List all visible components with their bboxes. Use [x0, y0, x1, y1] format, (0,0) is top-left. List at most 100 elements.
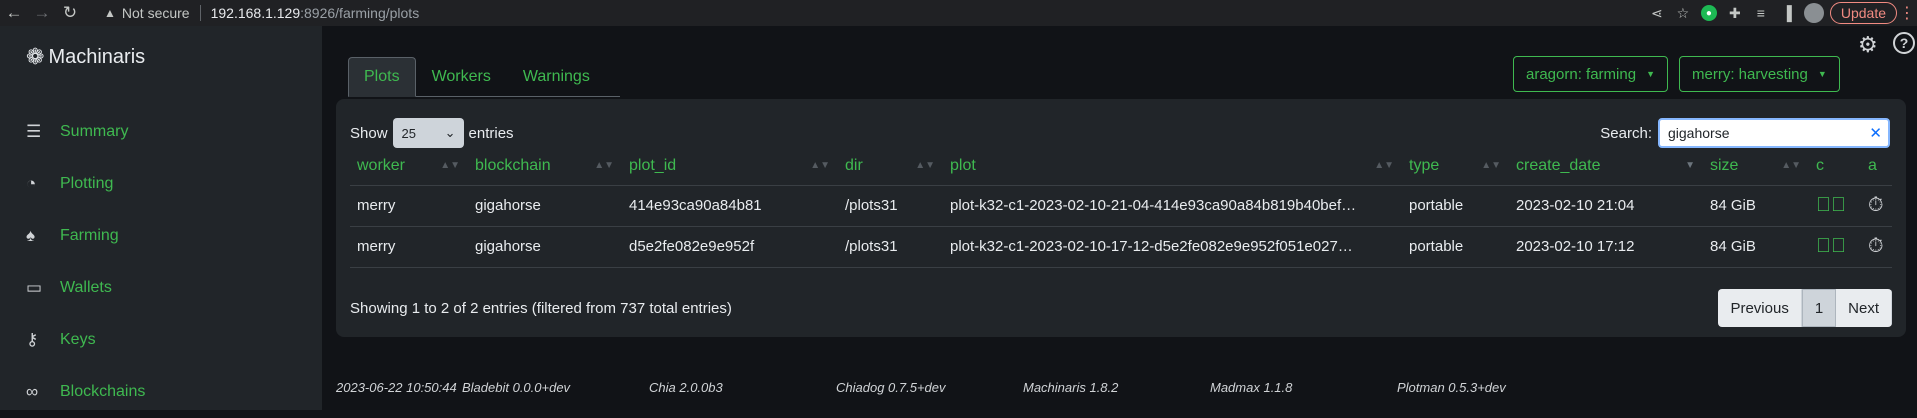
table-row: merry gigahorse 414e93ca90a84b81 /plots3…: [350, 185, 1892, 227]
extension-green-icon[interactable]: ●: [1696, 0, 1722, 26]
puzzle-extensions-icon[interactable]: ✚: [1722, 0, 1748, 26]
forward-arrow-icon[interactable]: →: [28, 0, 56, 26]
cell-create-date: 2023-02-10 21:04: [1509, 185, 1703, 227]
column-header[interactable]: plot_id ▲▼: [622, 147, 838, 186]
gear-icon[interactable]: ⚙: [1858, 32, 1878, 58]
worker-dropdown-label: merry: harvesting: [1692, 65, 1808, 83]
profile-avatar[interactable]: [1803, 3, 1824, 23]
check-circle-icon[interactable]: ✓⃝: [1809, 226, 1861, 268]
cell-create-date: 2023-02-10 17:12: [1509, 226, 1703, 268]
brand[interactable]: ❁ Machinaris: [26, 44, 145, 70]
stopwatch-icon[interactable]: ⏱: [1861, 226, 1892, 268]
sidebar-item-summary[interactable]: ☰ Summary: [26, 106, 145, 158]
sidebar-item-plotting[interactable]: ◔ Plotting: [26, 158, 145, 210]
column-header[interactable]: size ▲▼: [1703, 147, 1809, 186]
footer-timestamp: 2023-06-22 10:50:44: [336, 379, 457, 395]
search-value: gigahorse: [1668, 125, 1730, 141]
sort-icon: ▲▼: [594, 160, 614, 171]
column-header[interactable]: blockchain ▲▼: [468, 147, 622, 186]
back-arrow-icon[interactable]: ←: [0, 0, 28, 26]
version-footer: 2023-06-22 10:50:44 Bladebit 0.0.0+dev C…: [322, 372, 1917, 402]
sidebar-item-label: Summary: [60, 123, 129, 140]
column-header[interactable]: type ▲▼: [1402, 147, 1509, 186]
next-page-button[interactable]: Next: [1836, 289, 1892, 327]
column-header[interactable]: create_date ▼: [1509, 147, 1703, 186]
sidebar-item-label: Blockchains: [60, 383, 146, 400]
wallet-icon: ▭: [26, 278, 43, 297]
sort-icon: ▲▼: [1781, 160, 1801, 171]
cell-dir: /plots31: [838, 226, 943, 268]
clear-search-icon[interactable]: ✕: [1869, 124, 1882, 142]
sidebar-item-label: Wallets: [60, 279, 112, 296]
caret-down-icon: ▼: [1817, 69, 1827, 79]
search-label: Search:: [1600, 124, 1652, 142]
cell-plot: plot-k32-c1-2023-02-10-21-04-414e93ca90a…: [943, 185, 1402, 227]
warning-triangle-icon[interactable]: ▲: [104, 6, 116, 20]
cell-worker: merry: [350, 226, 468, 268]
footer-version: Chia 2.0.0b3: [649, 379, 723, 395]
entries-value: 25: [401, 125, 416, 141]
tab-bar: Plots Workers Warnings: [348, 57, 620, 97]
sidebar-item-farming[interactable]: ♠ Farming: [26, 210, 145, 262]
sidebar-item-wallets[interactable]: ▭ Wallets: [26, 262, 145, 314]
speedometer-icon: ◔: [26, 174, 37, 193]
cell-dir: /plots31: [838, 185, 943, 227]
flower-logo-icon: ❁: [26, 44, 45, 69]
browser-menu-icon[interactable]: ⋮: [1897, 3, 1917, 23]
table-header-row: worker ▲▼ blockchain ▲▼ plot_id ▲▼ dir ▲▼ pl…: [350, 147, 1892, 186]
column-header[interactable]: a: [1861, 147, 1892, 186]
check-circle-icon[interactable]: ✓⃝: [1809, 185, 1861, 227]
stopwatch-icon[interactable]: ⏱: [1861, 185, 1892, 227]
footer-version: Plotman 0.5.3+dev: [1397, 379, 1506, 395]
tab-workers[interactable]: Workers: [416, 57, 507, 97]
column-header[interactable]: c: [1809, 147, 1861, 186]
tab-warnings[interactable]: Warnings: [507, 57, 606, 97]
worker-dropdown-aragorn[interactable]: aragorn: farming ▼: [1513, 56, 1668, 92]
browser-toolbar: ← → ↻ ▲ Not secure 192.168.1.129 :8926/f…: [0, 0, 1917, 26]
url-path[interactable]: :8926/farming/plots: [300, 5, 419, 21]
bookmark-star-icon[interactable]: ☆: [1670, 0, 1696, 26]
sidebar-item-blockchains[interactable]: ∞ Blockchains: [26, 366, 145, 418]
chevron-down-icon: ⌄: [444, 125, 456, 140]
footer-version: Madmax 1.1.8: [1210, 379, 1293, 395]
entries-control: Show 25 ⌄ entries: [350, 118, 514, 148]
column-header[interactable]: plot ▲▼: [943, 147, 1402, 186]
media-queue-icon[interactable]: ≡: [1748, 0, 1774, 26]
address-separator: [199, 5, 201, 21]
search-control: Search: gigahorse ✕: [1600, 118, 1890, 148]
cell-worker: merry: [350, 185, 468, 227]
link-icon: ∞: [26, 382, 39, 401]
sidebar-item-keys[interactable]: ⚷ Keys: [26, 314, 145, 366]
show-label: Show: [350, 124, 388, 142]
search-input[interactable]: gigahorse ✕: [1658, 118, 1890, 148]
browser-update-button[interactable]: Update: [1829, 2, 1897, 24]
cell-size: 84 GiB: [1703, 185, 1809, 227]
sort-icon: ▲▼: [915, 160, 935, 171]
worker-dropdown-merry[interactable]: merry: harvesting ▼: [1679, 56, 1840, 92]
column-header[interactable]: worker ▲▼: [350, 147, 468, 186]
sort-desc-icon: ▼: [1685, 160, 1695, 171]
sidebar-item-label: Keys: [60, 331, 96, 348]
pagination: Previous 1 Next: [1718, 289, 1892, 327]
share-icon[interactable]: ⋖: [1644, 0, 1670, 26]
help-icon[interactable]: ?: [1893, 32, 1915, 54]
url-host[interactable]: 192.168.1.129: [211, 5, 301, 21]
sort-icon: ▲▼: [810, 160, 830, 171]
cell-size: 84 GiB: [1703, 226, 1809, 268]
entries-select[interactable]: 25 ⌄: [392, 118, 464, 148]
side-panel-icon[interactable]: ▐: [1774, 0, 1800, 26]
page-1-button[interactable]: 1: [1801, 289, 1837, 327]
cell-plot: plot-k32-c1-2023-02-10-17-12-d5e2fe082e9…: [943, 226, 1402, 268]
cell-blockchain: gigahorse: [468, 226, 622, 268]
table-row: merry gigahorse d5e2fe082e9e952f /plots3…: [350, 226, 1892, 268]
tab-plots[interactable]: Plots: [348, 57, 416, 97]
caret-down-icon: ▼: [1646, 69, 1655, 79]
plots-panel: Show 25 ⌄ entries Search: gigahorse ✕ wo…: [336, 99, 1906, 337]
column-header[interactable]: dir ▲▼: [838, 147, 943, 186]
reload-icon[interactable]: ↻: [56, 0, 84, 26]
entries-label: entries: [468, 124, 514, 142]
footer-version: Chiadog 0.7.5+dev: [836, 379, 946, 395]
sidebar-item-label: Plotting: [60, 175, 114, 192]
security-label: Not secure: [121, 5, 190, 21]
previous-page-button[interactable]: Previous: [1718, 289, 1802, 327]
